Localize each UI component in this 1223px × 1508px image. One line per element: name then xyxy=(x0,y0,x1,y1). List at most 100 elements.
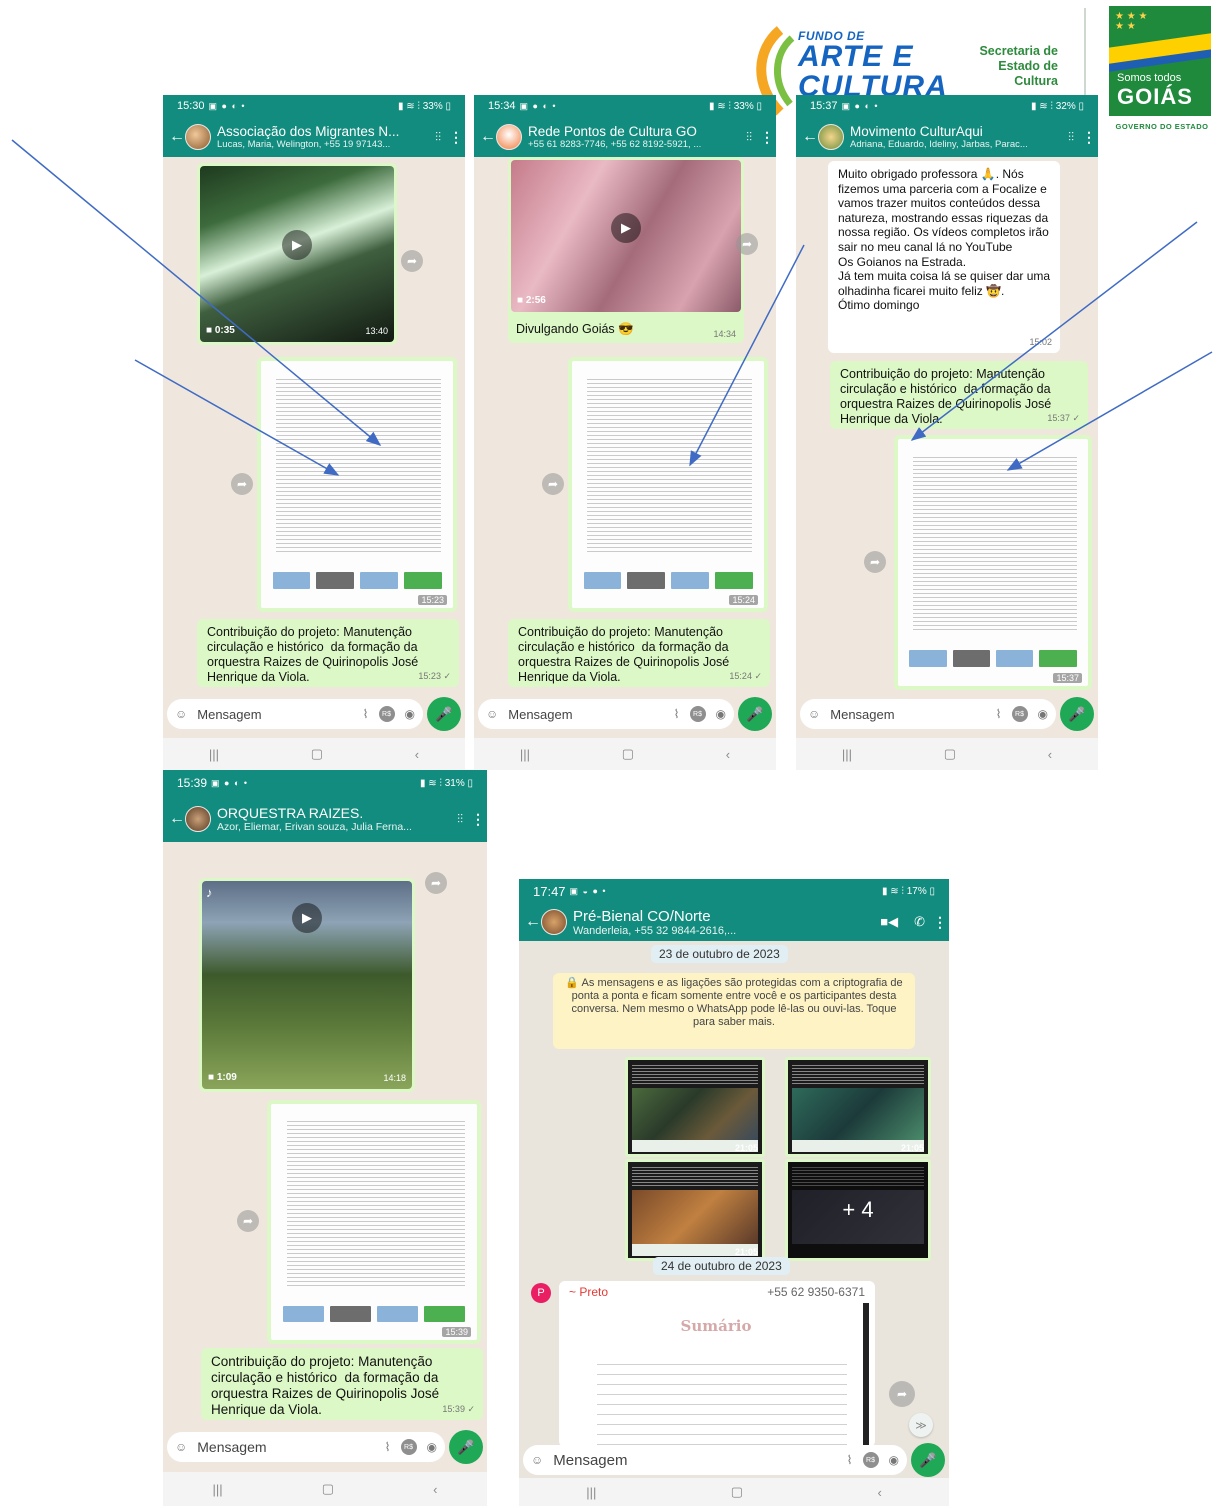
back-arrow-icon[interactable]: ← xyxy=(525,913,541,931)
forward-icon[interactable]: ➦ xyxy=(237,1210,259,1232)
back-icon[interactable]: ‹ xyxy=(1048,747,1052,762)
payment-icon[interactable]: R$ xyxy=(862,1452,879,1468)
recent-apps-icon[interactable]: ||| xyxy=(586,1485,596,1500)
attach-icon[interactable]: ⌇ xyxy=(385,1440,391,1454)
menu-icon[interactable]: ⋮ xyxy=(449,129,463,146)
emoji-icon[interactable]: ☺ xyxy=(175,707,187,721)
group-avatar[interactable] xyxy=(185,806,211,832)
attach-icon[interactable]: ⌇ xyxy=(996,707,1002,721)
group-avatar[interactable] xyxy=(185,124,211,150)
attach-icon[interactable]: ⌇ xyxy=(847,1453,853,1467)
play-icon[interactable]: ▶ xyxy=(282,230,312,261)
document-message[interactable]: 15:24 xyxy=(568,357,768,612)
incoming-document-message[interactable]: ~ Preto +55 62 9350-6371 Sumário xyxy=(559,1281,875,1447)
menu-icon[interactable]: ⋮ xyxy=(471,811,485,828)
sender-name[interactable]: ~ Preto xyxy=(569,1285,608,1299)
back-icon[interactable]: ‹ xyxy=(433,1482,437,1497)
home-icon[interactable]: ▢ xyxy=(622,746,634,762)
back-icon[interactable]: ‹ xyxy=(726,747,730,762)
forward-icon[interactable]: ➦ xyxy=(542,473,564,495)
recent-apps-icon[interactable]: ||| xyxy=(213,1482,223,1497)
emoji-icon[interactable]: ☺ xyxy=(808,707,820,721)
back-icon[interactable]: ‹ xyxy=(415,747,419,762)
media-grid-item[interactable]: 21:05 xyxy=(625,1057,765,1157)
forward-icon[interactable]: ➦ xyxy=(864,551,886,573)
message-input[interactable]: ☺ Mensagem ⌇ R$ ◉ xyxy=(167,1432,445,1462)
camera-icon[interactable]: ◉ xyxy=(889,1453,899,1467)
home-icon[interactable]: ▢ xyxy=(944,746,956,762)
play-icon[interactable]: ▶ xyxy=(611,213,641,244)
recent-apps-icon[interactable]: ||| xyxy=(209,747,219,762)
menu-icon[interactable]: ⋮ xyxy=(760,129,774,146)
forward-icon[interactable]: ➦ xyxy=(425,872,447,894)
camera-icon[interactable]: ◉ xyxy=(1038,707,1048,721)
document-message[interactable]: 15:39 xyxy=(267,1100,481,1344)
sender-avatar[interactable]: P xyxy=(531,1283,551,1303)
voice-call-icon[interactable]: ⫶⫶ xyxy=(457,812,463,827)
recent-apps-icon[interactable]: ||| xyxy=(520,747,530,762)
voice-call-icon[interactable]: ⫶⫶ xyxy=(435,130,441,145)
phone-call-icon[interactable]: ✆ xyxy=(914,914,925,930)
camera-icon[interactable]: ◉ xyxy=(716,707,726,721)
chat-title-block[interactable]: ORQUESTRA RAIZES. Azor, Eliemar, Erivan … xyxy=(217,805,449,833)
mic-button[interactable]: 🎤 xyxy=(1060,697,1094,731)
mic-button[interactable]: 🎤 xyxy=(449,1430,483,1464)
group-avatar[interactable] xyxy=(541,909,567,935)
media-grid-item[interactable]: 21:05 xyxy=(785,1057,931,1157)
home-icon[interactable]: ▢ xyxy=(322,1481,334,1497)
group-avatar[interactable] xyxy=(818,124,844,150)
media-grid-item[interactable]: + 4 xyxy=(785,1159,931,1261)
attach-icon[interactable]: ⌇ xyxy=(674,707,680,721)
mic-button[interactable]: 🎤 xyxy=(427,697,461,731)
back-arrow-icon[interactable]: ← xyxy=(480,128,496,146)
encryption-notice[interactable]: 🔒 As mensagens e as ligações são protegi… xyxy=(553,973,915,1049)
forward-icon[interactable]: ➦ xyxy=(231,473,253,495)
payment-icon[interactable]: R$ xyxy=(378,706,395,722)
document-message[interactable]: 15:37 xyxy=(894,435,1092,690)
payment-icon[interactable]: R$ xyxy=(1011,706,1028,722)
camera-icon[interactable]: ◉ xyxy=(405,707,415,721)
back-icon[interactable]: ‹ xyxy=(877,1485,881,1500)
play-icon[interactable]: ▶ xyxy=(292,903,322,934)
message-input[interactable]: ☺ Mensagem ⌇ R$ ◉ xyxy=(800,699,1056,729)
media-grid-item[interactable]: 21:05 xyxy=(625,1159,765,1261)
mic-button[interactable]: 🎤 xyxy=(911,1443,945,1477)
document-message[interactable]: 15:23 xyxy=(257,357,457,612)
message-input[interactable]: ☺ Mensagem ⌇ R$ ◉ xyxy=(167,699,423,729)
scroll-down-icon[interactable]: ≫ xyxy=(909,1413,933,1437)
chat-title-block[interactable]: Pré-Bienal CO/Norte Wanderleia, +55 32 9… xyxy=(573,908,872,937)
menu-icon[interactable]: ⋮ xyxy=(1082,129,1096,146)
video-message[interactable]: ▶ ■ 2:56 Divulgando Goiás 😎 14:34 xyxy=(508,157,744,343)
video-message[interactable]: ▶ ■ 0:35 13:40 xyxy=(197,163,397,345)
message-input[interactable]: ☺ Mensagem ⌇ R$ ◉ xyxy=(478,699,734,729)
back-arrow-icon[interactable]: ← xyxy=(802,128,818,146)
message-input[interactable]: ☺ Mensagem ⌇ R$ ◉ xyxy=(523,1445,907,1475)
camera-icon[interactable]: ◉ xyxy=(427,1440,437,1454)
mic-button[interactable]: 🎤 xyxy=(738,697,772,731)
chat-title-block[interactable]: Rede Pontos de Cultura GO +55 61 8283-77… xyxy=(528,124,738,150)
chat-title-block[interactable]: Associação dos Migrantes N... Lucas, Mar… xyxy=(217,124,427,150)
chat-title-block[interactable]: Movimento CulturAqui Adriana, Eduardo, I… xyxy=(850,124,1060,150)
forward-icon[interactable]: ➦ xyxy=(889,1381,915,1407)
emoji-icon[interactable]: ☺ xyxy=(531,1453,543,1467)
payment-icon[interactable]: R$ xyxy=(400,1439,417,1455)
attach-icon[interactable]: ⌇ xyxy=(363,707,369,721)
back-arrow-icon[interactable]: ← xyxy=(169,810,185,828)
forward-icon[interactable]: ➦ xyxy=(401,250,423,272)
video-call-icon[interactable]: ■◀ xyxy=(880,914,898,930)
back-arrow-icon[interactable]: ← xyxy=(169,128,185,146)
recent-apps-icon[interactable]: ||| xyxy=(842,747,852,762)
emoji-icon[interactable]: ☺ xyxy=(175,1440,187,1454)
home-icon[interactable]: ▢ xyxy=(731,1484,743,1500)
payment-icon[interactable]: R$ xyxy=(689,706,706,722)
voice-call-icon[interactable]: ⫶⫶ xyxy=(746,130,752,145)
forward-icon[interactable]: ➦ xyxy=(736,233,758,255)
group-avatar[interactable] xyxy=(496,124,522,150)
emoji-icon[interactable]: ☺ xyxy=(486,707,498,721)
menu-icon[interactable]: ⋮ xyxy=(933,914,947,931)
voice-call-icon[interactable]: ⫶⫶ xyxy=(1068,130,1074,145)
home-icon[interactable]: ▢ xyxy=(311,746,323,762)
video-message[interactable]: ♪ ▶ ■ 1:09 14:18 xyxy=(199,878,415,1092)
input-placeholder: Mensagem xyxy=(197,706,262,722)
more-media-count[interactable]: + 4 xyxy=(788,1162,928,1258)
